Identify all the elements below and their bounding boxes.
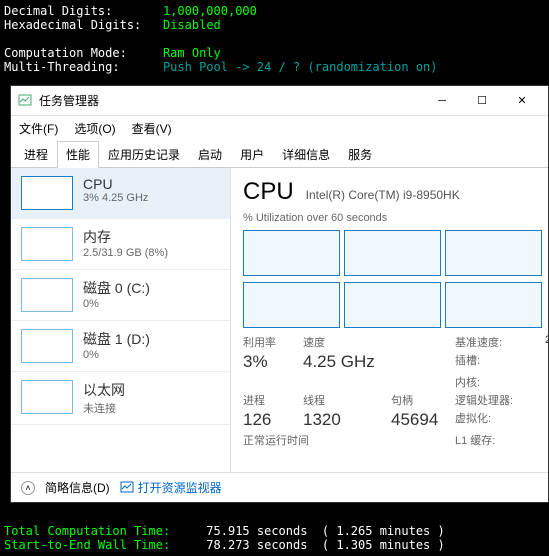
menubar: 文件(F) 选项(O) 查看(V): [11, 116, 548, 140]
core-chart: [445, 282, 542, 328]
stat-value: 38: [545, 432, 548, 448]
sidebar-item-sub: 2.5/31.9 GB (8%): [83, 247, 168, 259]
sidebar-item-label: 以太网: [83, 380, 125, 400]
sidebar-item-cpu[interactable]: CPU3% 4.25 GHz: [11, 168, 230, 219]
sidebar-item-sub: 0%: [83, 298, 150, 310]
tab-services[interactable]: 服务: [339, 141, 381, 167]
term-label: Decimal Digits:: [4, 4, 112, 18]
term-value: 75.915 seconds: [206, 524, 307, 538]
sidebar-item-sub: 0%: [83, 349, 150, 361]
memory-thumb-icon: [21, 227, 73, 261]
stat-value: 12: [545, 392, 548, 408]
stat-value: 4.25 GHz: [303, 352, 391, 372]
core-chart: [243, 282, 340, 328]
core-chart: [344, 282, 441, 328]
tabs: 进程 性能 应用历史记录 启动 用户 详细信息 服务: [11, 140, 548, 168]
tab-app-history[interactable]: 应用历史记录: [99, 141, 189, 167]
term-value: Ram Only: [163, 46, 221, 60]
titlebar[interactable]: 任务管理器 ─ ☐ ✕: [11, 86, 548, 116]
task-manager-window: 任务管理器 ─ ☐ ✕ 文件(F) 选项(O) 查看(V) 进程 性能 应用历史…: [10, 85, 549, 503]
term-label: Hexadecimal Digits:: [4, 18, 141, 32]
stat-label: 利用率: [243, 334, 303, 350]
term-value: Push Pool -> 24 / ? (randomization on): [163, 60, 438, 74]
ethernet-thumb-icon: [21, 380, 73, 414]
main-panel: CPU Intel(R) Core(TM) i9-8950HK % Utiliz…: [231, 168, 548, 472]
stat-label: 虚拟化:: [455, 410, 545, 430]
sidebar-item-disk0[interactable]: 磁盘 0 (C:)0%: [11, 270, 230, 321]
stat-value: 2.9: [545, 334, 548, 350]
maximize-button[interactable]: ☐: [462, 87, 502, 115]
term-label: Multi-Threading:: [4, 60, 120, 74]
cpu-chart-row1[interactable]: [243, 230, 542, 276]
sidebar-item-label: 磁盘 0 (C:): [83, 278, 150, 298]
core-chart: [243, 230, 340, 276]
stat-label: 正常运行时间: [243, 432, 455, 448]
term-value: 78.273 seconds: [206, 538, 307, 552]
term-value: Disabled: [163, 18, 221, 32]
stat-label: 内核:: [455, 374, 545, 390]
stat-label: 速度: [303, 334, 391, 350]
minimize-button[interactable]: ─: [422, 87, 462, 115]
resmon-icon: [120, 481, 134, 495]
window-title: 任务管理器: [39, 92, 422, 109]
menu-file[interactable]: 文件(F): [15, 118, 62, 139]
sidebar-item-sub: 3% 4.25 GHz: [83, 192, 148, 204]
close-button[interactable]: ✕: [502, 87, 542, 115]
tab-performance[interactable]: 性能: [57, 141, 99, 168]
page-title: CPU: [243, 178, 294, 206]
stat-label: 逻辑处理器:: [455, 392, 545, 408]
sidebar: CPU3% 4.25 GHz 内存2.5/31.9 GB (8%) 磁盘 0 (…: [11, 168, 231, 472]
term-label: Total Computation Time:: [4, 524, 170, 538]
stat-value: 1320: [303, 410, 391, 430]
stat-value: 126: [243, 410, 303, 430]
tab-users[interactable]: 用户: [231, 141, 273, 167]
core-chart: [445, 230, 542, 276]
app-icon: [17, 93, 33, 109]
tab-details[interactable]: 详细信息: [273, 141, 339, 167]
stat-label: 基准速度:: [455, 334, 545, 350]
chart-label: % Utilization over 60 seconds: [243, 212, 542, 224]
menu-view[interactable]: 查看(V): [128, 118, 176, 139]
cpu-chart-row2[interactable]: [243, 282, 542, 328]
stat-value: 已: [545, 410, 548, 430]
stat-value: 1: [545, 352, 548, 372]
cpu-model: Intel(R) Core(TM) i9-8950HK: [306, 188, 460, 202]
cpu-thumb-icon: [21, 176, 73, 210]
stat-label: 句柄: [391, 392, 455, 408]
core-chart: [344, 230, 441, 276]
open-resmon-link[interactable]: 打开资源监视器: [120, 479, 222, 496]
term-label: Computation Mode:: [4, 46, 127, 60]
stat-label: 线程: [303, 392, 391, 408]
footer: ˄ 简略信息(D) 打开资源监视器: [11, 472, 548, 502]
chevron-up-icon[interactable]: ˄: [21, 481, 35, 495]
sidebar-item-ethernet[interactable]: 以太网未连接: [11, 372, 230, 425]
stat-value: 3%: [243, 352, 303, 372]
tab-processes[interactable]: 进程: [15, 141, 57, 167]
stats-grid: 利用率 速度 基准速度: 2.9 3% 4.25 GHz 插槽: 1 内核: 6…: [243, 334, 542, 448]
disk-thumb-icon: [21, 278, 73, 312]
stat-value: 6: [545, 374, 548, 390]
term-paren: ( 1.305 minutes ): [322, 538, 445, 552]
stat-label: 进程: [243, 392, 303, 408]
menu-options[interactable]: 选项(O): [70, 118, 119, 139]
sidebar-item-label: 内存: [83, 227, 168, 247]
sidebar-item-sub: 未连接: [83, 400, 125, 416]
sidebar-item-label: CPU: [83, 176, 148, 192]
sidebar-item-label: 磁盘 1 (D:): [83, 329, 150, 349]
stat-value: 45694: [391, 410, 455, 430]
stat-label: L1 缓存:: [455, 432, 545, 448]
fewer-details-button[interactable]: 简略信息(D): [45, 479, 110, 496]
term-value: 1,000,000,000: [163, 4, 257, 18]
sidebar-item-disk1[interactable]: 磁盘 1 (D:)0%: [11, 321, 230, 372]
content-area: CPU3% 4.25 GHz 内存2.5/31.9 GB (8%) 磁盘 0 (…: [11, 168, 548, 472]
stat-label: 插槽:: [455, 352, 545, 372]
sidebar-item-memory[interactable]: 内存2.5/31.9 GB (8%): [11, 219, 230, 270]
disk-thumb-icon: [21, 329, 73, 363]
tab-startup[interactable]: 启动: [189, 141, 231, 167]
term-label: Start-to-End Wall Time:: [4, 538, 170, 552]
term-paren: ( 1.265 minutes ): [322, 524, 445, 538]
